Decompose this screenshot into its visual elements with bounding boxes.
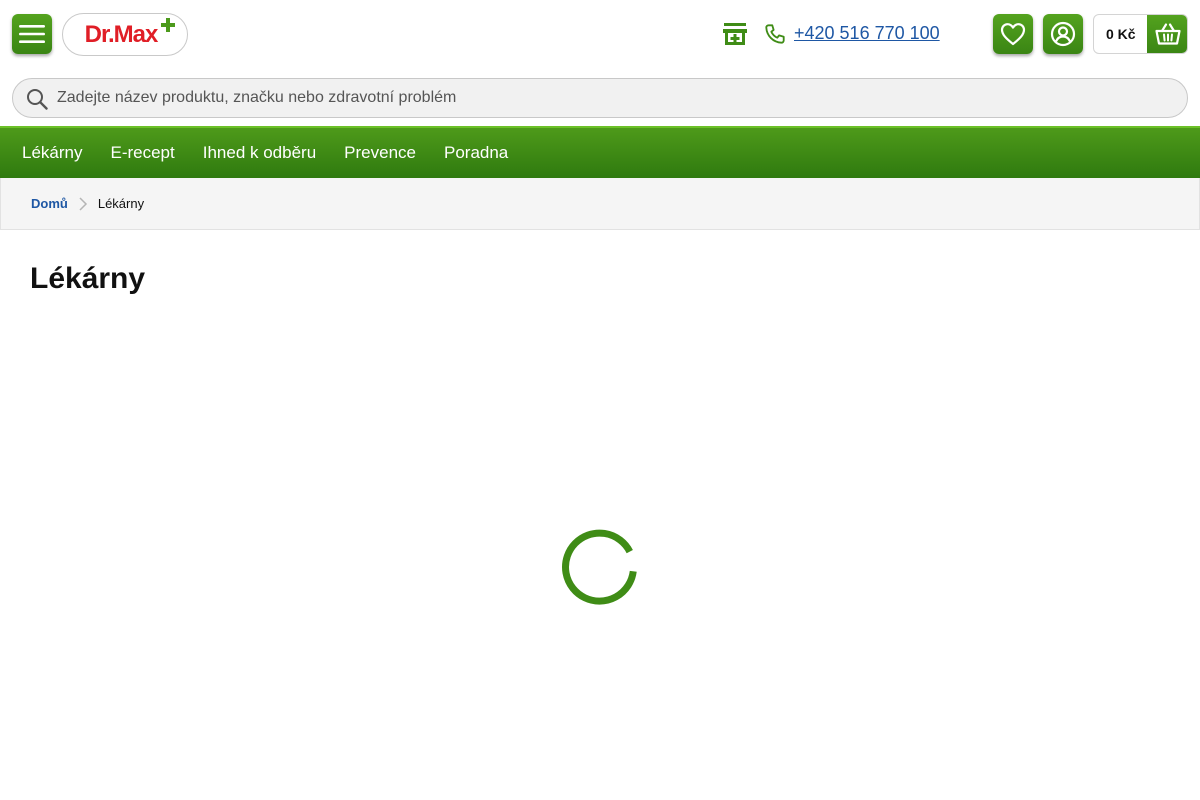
drmax-logo[interactable]: Dr.Max	[62, 13, 188, 56]
shopping-basket-icon	[1154, 23, 1181, 45]
phone-icon	[765, 24, 785, 44]
hamburger-menu-icon	[19, 25, 45, 43]
search-bar[interactable]	[12, 78, 1188, 118]
chevron-right-icon	[79, 196, 87, 211]
search-input[interactable]	[57, 79, 1177, 117]
loading-spinner-icon	[562, 529, 637, 605]
search-icon[interactable]	[26, 88, 48, 110]
nav-item-prevence[interactable]: Prevence	[344, 143, 416, 163]
account-button[interactable]	[1043, 14, 1083, 54]
cart-button[interactable]: 0 Kč	[1093, 14, 1188, 54]
heart-icon	[1000, 23, 1026, 46]
nav-item-poradna[interactable]: Poradna	[444, 143, 508, 163]
site-header: Dr.Max +420 516 770 100 0 Kč	[0, 0, 1200, 126]
cart-amount: 0 Kč	[1106, 26, 1136, 42]
logo-plus-icon	[161, 18, 175, 32]
favorites-button[interactable]	[993, 14, 1033, 54]
nav-item-ihned-k-odberu[interactable]: Ihned k odběru	[203, 143, 316, 163]
user-account-icon	[1050, 21, 1076, 47]
pharmacy-store-icon[interactable]	[722, 22, 748, 46]
page-title: Lékárny	[30, 262, 146, 295]
breadcrumb-current: Lékárny	[97, 196, 145, 211]
breadcrumb-home-link[interactable]: Domů	[31, 196, 68, 211]
phone-link[interactable]: +420 516 770 100	[794, 23, 940, 44]
nav-item-lekarny[interactable]: Lékárny	[22, 143, 82, 163]
menu-button[interactable]	[12, 14, 52, 54]
cart-basket[interactable]	[1147, 15, 1187, 53]
breadcrumb: Domů Lékárny	[0, 178, 1200, 230]
nav-item-e-recept[interactable]: E-recept	[110, 143, 174, 163]
logo-text: Dr.Max	[84, 20, 159, 48]
main-navigation: Lékárny E-recept Ihned k odběru Prevence…	[0, 126, 1200, 178]
